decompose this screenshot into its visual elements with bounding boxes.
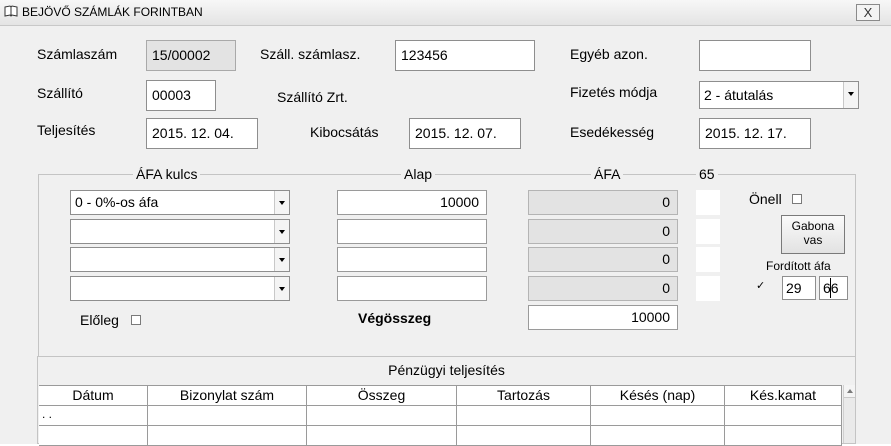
grid-cell[interactable] xyxy=(39,426,148,446)
penzugyi-grid: Dátum Bizonylat szám Összeg Tartozás Kés… xyxy=(39,385,842,446)
egyeb-azon-label: Egyéb azon. xyxy=(570,46,648,62)
onell-label: Önell xyxy=(749,191,782,207)
afa-cell-2: 0 xyxy=(528,219,678,244)
afa-cell-1: 0 xyxy=(528,190,678,215)
window-title: BEJÖVŐ SZÁMLÁK FORINTBAN xyxy=(22,5,203,19)
col-tartozas[interactable]: Tartozás xyxy=(457,386,591,406)
szamlaszam-label: Számlaszám xyxy=(37,46,118,62)
afa-kulcs-select-4[interactable] xyxy=(70,276,290,301)
text-caret xyxy=(830,278,831,298)
vegosszeg-field: 10000 xyxy=(528,305,678,330)
afa-kulcs-select-2[interactable] xyxy=(70,219,290,244)
chevron-down-icon[interactable] xyxy=(274,248,289,271)
afa-kulcs-value-1: 0 - 0%-os áfa xyxy=(75,194,159,210)
col-65-cell-4[interactable] xyxy=(696,276,720,301)
grid-cell-datum[interactable]: . . xyxy=(39,406,148,426)
eloleg-checkbox[interactable] xyxy=(131,315,141,325)
szall-szamlasz-label: Száll. számlasz. xyxy=(260,46,361,62)
afa-kulcs-select-1[interactable]: 0 - 0%-os áfa xyxy=(70,190,290,215)
afa-cell-3: 0 xyxy=(528,247,678,272)
teljesites-label: Teljesítés xyxy=(37,122,96,138)
szallito-name: Szállító Zrt. xyxy=(277,89,348,105)
col-datum[interactable]: Dátum xyxy=(39,386,148,406)
afa-kulcs-header: ÁFA kulcs xyxy=(133,166,201,182)
alap-cell-1[interactable]: 10000 xyxy=(337,190,487,215)
col-osszeg[interactable]: Összeg xyxy=(307,386,457,406)
grid-cell[interactable] xyxy=(457,426,591,446)
col-65-cell-2[interactable] xyxy=(696,219,720,244)
egyeb-azon-field[interactable] xyxy=(699,40,811,71)
col-65-header: 65 xyxy=(696,166,718,182)
forditott-val1[interactable]: 29 xyxy=(782,276,816,300)
forditott-afa-label: Fordított áfa xyxy=(766,259,831,273)
chevron-down-icon[interactable] xyxy=(274,191,289,214)
grid-cell[interactable] xyxy=(148,426,307,446)
szamlaszam-field[interactable]: 15/00002 xyxy=(146,40,236,71)
kibocsatas-field[interactable]: 2015. 12. 07. xyxy=(409,118,521,149)
forditott-checkbox[interactable]: ✓ xyxy=(756,281,765,292)
szallito-code-field[interactable]: 00003 xyxy=(146,80,216,111)
title-bar: BEJÖVŐ SZÁMLÁK FORINTBAN X xyxy=(0,0,891,26)
vegosszeg-label: Végösszeg xyxy=(358,310,432,326)
grid-cell[interactable] xyxy=(725,426,842,446)
book-icon xyxy=(4,5,18,17)
grid-cell[interactable] xyxy=(307,426,457,446)
afa-kulcs-select-3[interactable] xyxy=(70,247,290,272)
grid-scrollbar[interactable] xyxy=(843,385,855,443)
alap-cell-4[interactable] xyxy=(337,276,487,301)
onell-checkbox[interactable] xyxy=(792,194,802,204)
grid-cell[interactable] xyxy=(591,406,725,426)
esedekesseg-label: Esedékesség xyxy=(570,124,655,140)
alap-cell-3[interactable] xyxy=(337,247,487,272)
chevron-down-icon[interactable] xyxy=(274,277,289,300)
afa-cell-4: 0 xyxy=(528,276,678,301)
penzugyi-panel: Pénzügyi teljesítés Dátum Bizonylat szám… xyxy=(37,356,856,446)
fizetes-modja-select[interactable]: 2 - átutalás xyxy=(699,81,859,109)
scroll-up-icon[interactable] xyxy=(844,385,855,398)
esedekesseg-field[interactable]: 2015. 12. 17. xyxy=(699,118,811,149)
col-keses[interactable]: Késés (nap) xyxy=(591,386,725,406)
eloleg-label: Előleg xyxy=(80,312,119,328)
afa-header: ÁFA xyxy=(591,166,624,182)
penzugyi-title: Pénzügyi teljesítés xyxy=(388,362,505,378)
szall-szamlasz-field[interactable]: 123456 xyxy=(395,40,535,71)
chevron-down-icon[interactable] xyxy=(274,220,289,243)
grid-cell[interactable] xyxy=(148,406,307,426)
fizetes-modja-label: Fizetés módja xyxy=(570,84,658,100)
close-button[interactable]: X xyxy=(856,4,880,21)
form-body: Számlaszám 15/00002 Száll. számlasz. 123… xyxy=(0,26,891,446)
gabona-vas-button[interactable]: Gabona vas xyxy=(781,215,845,254)
szallito-label: Szállító xyxy=(37,85,83,101)
grid-cell[interactable] xyxy=(457,406,591,426)
grid-cell[interactable] xyxy=(591,426,725,446)
teljesites-field[interactable]: 2015. 12. 04. xyxy=(146,118,258,149)
forditott-val2[interactable]: 66 xyxy=(819,276,848,300)
col-65-cell-3[interactable] xyxy=(696,247,720,272)
kibocsatas-label: Kibocsátás xyxy=(310,124,379,140)
col-keskamat[interactable]: Kés.kamat xyxy=(725,386,842,406)
col-bizonylat[interactable]: Bizonylat szám xyxy=(148,386,307,406)
alap-header: Alap xyxy=(401,166,436,182)
fizetes-modja-value: 2 - átutalás xyxy=(704,87,774,103)
alap-cell-2[interactable] xyxy=(337,219,487,244)
chevron-down-icon[interactable] xyxy=(843,82,858,108)
col-65-cell-1[interactable] xyxy=(696,190,720,215)
grid-cell[interactable] xyxy=(307,406,457,426)
grid-cell[interactable] xyxy=(725,406,842,426)
